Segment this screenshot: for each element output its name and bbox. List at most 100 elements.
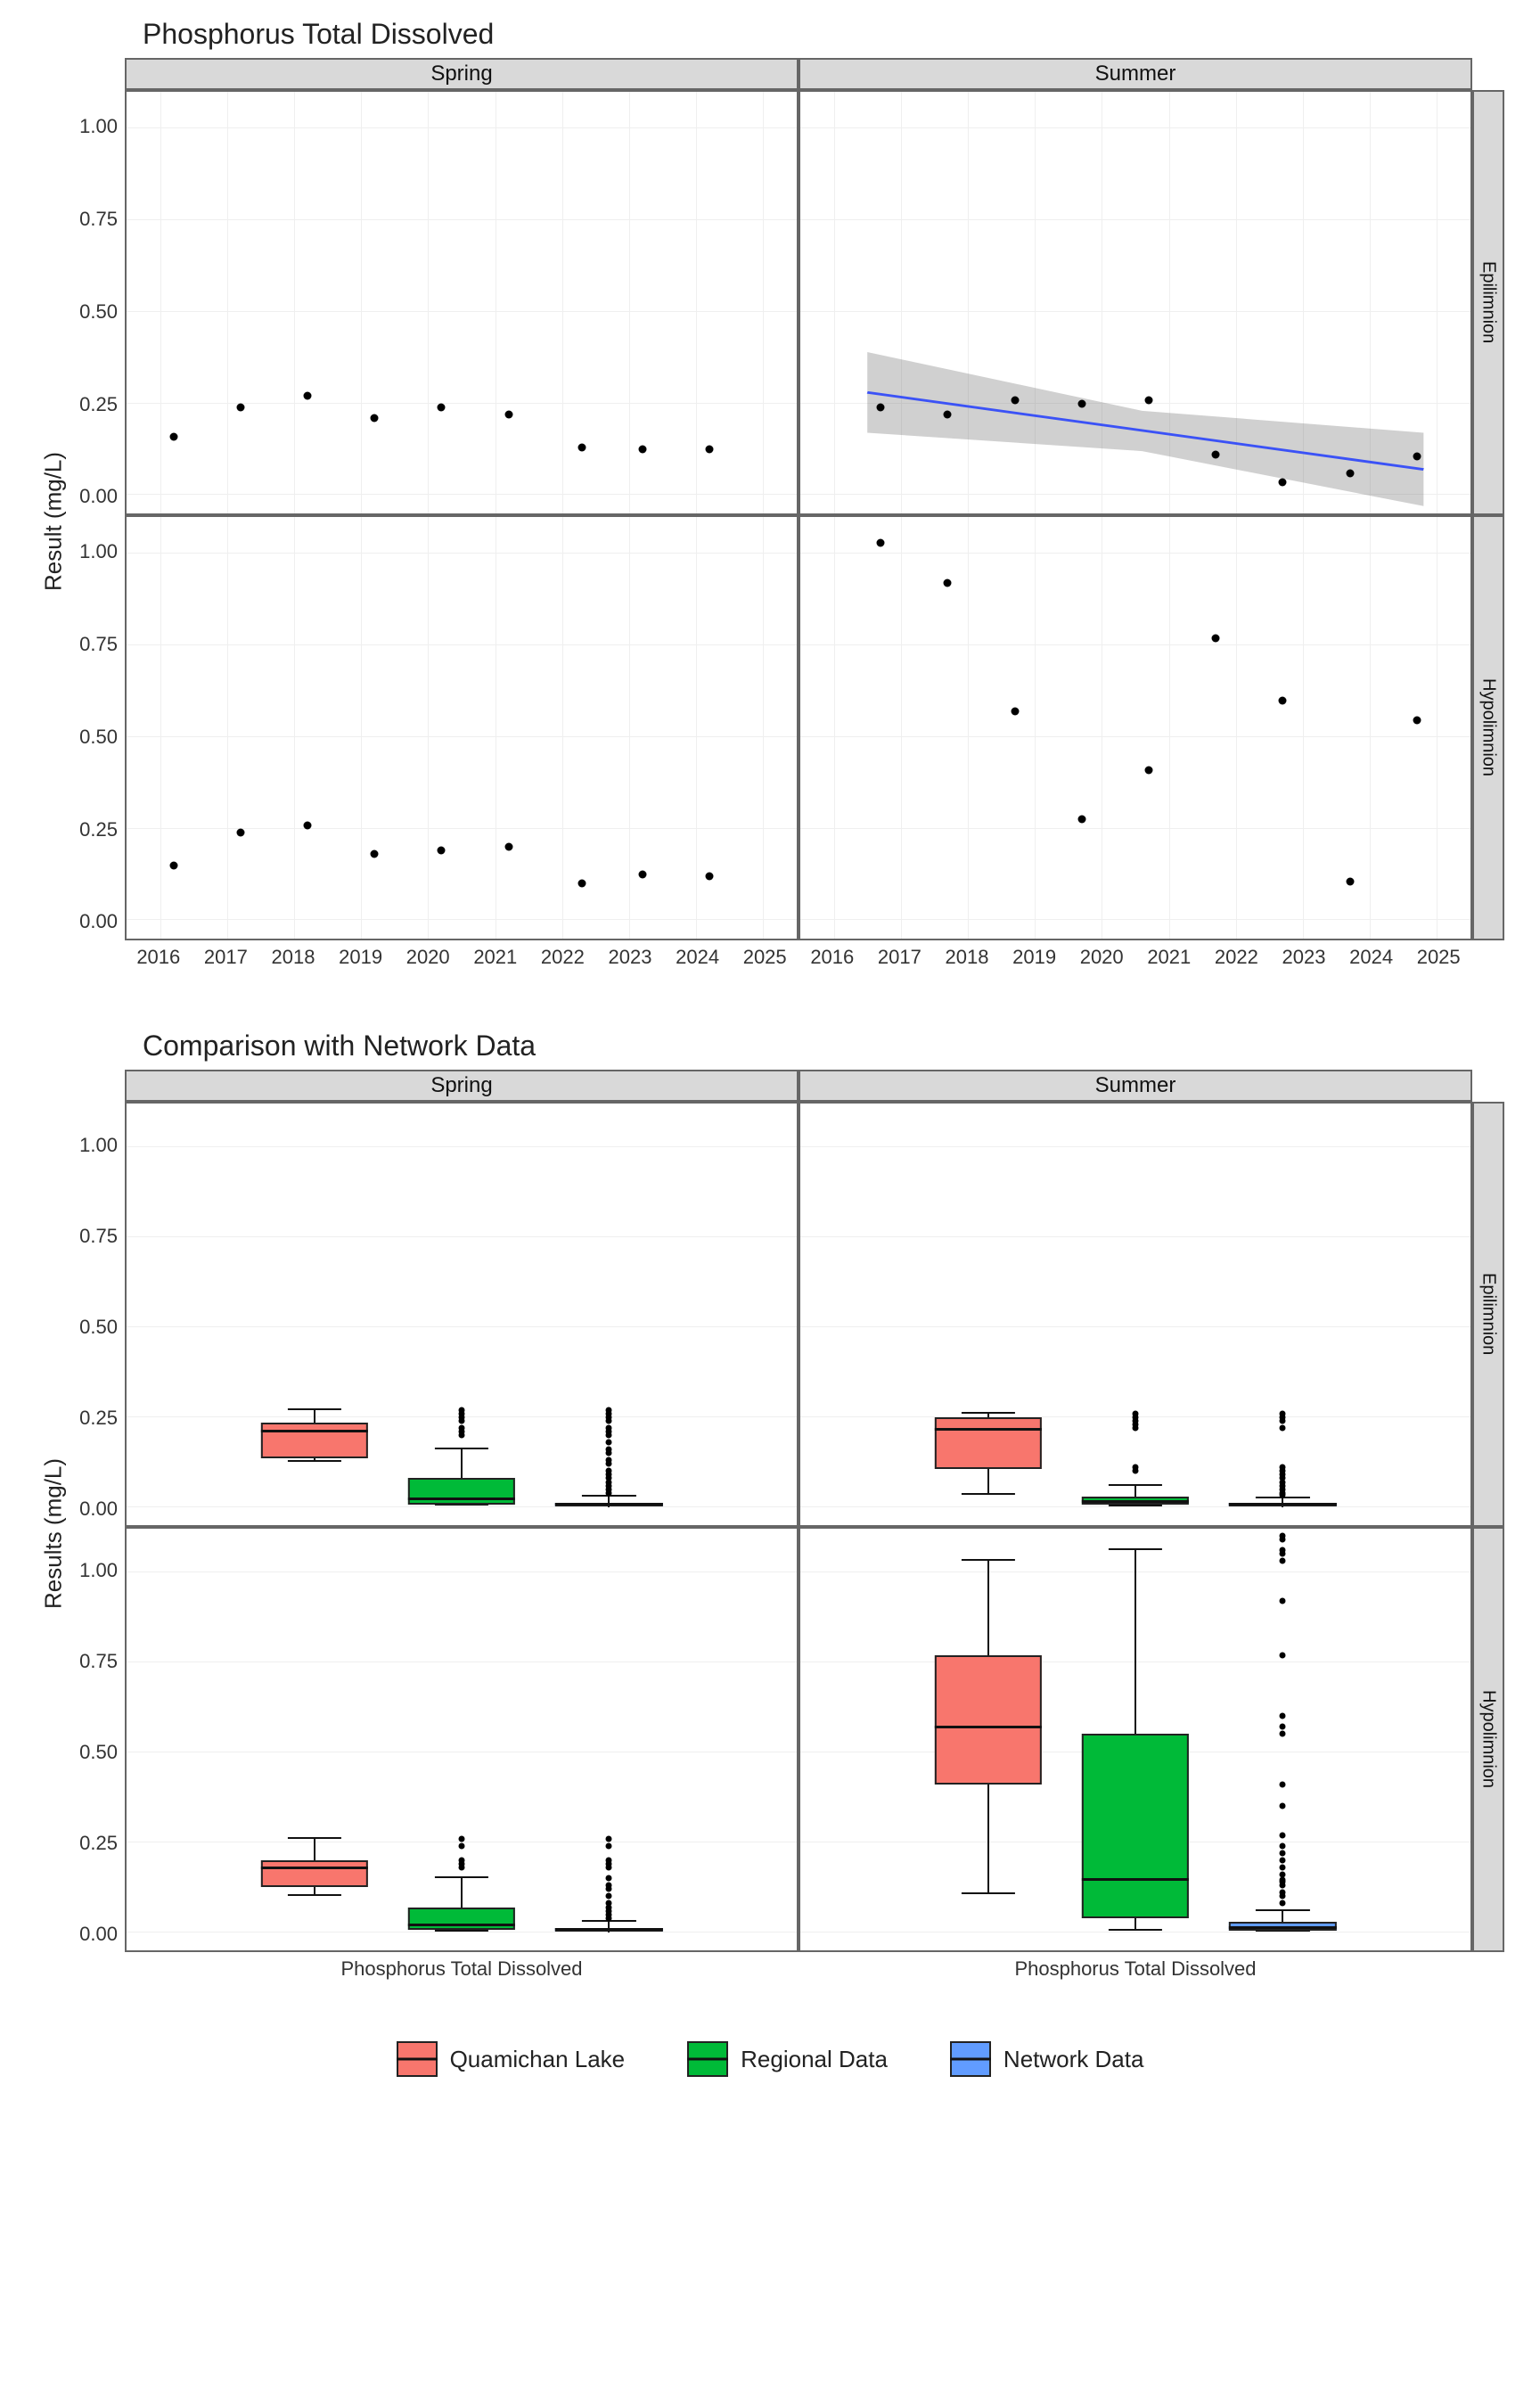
outlier-point <box>1280 1890 1286 1896</box>
data-point <box>639 871 647 879</box>
facet-col-spring: Spring <box>125 58 799 90</box>
panel-summer-epilimnion <box>799 90 1472 515</box>
outlier-point <box>1280 1533 1286 1539</box>
x-tick: 2021 <box>473 946 517 969</box>
outlier-point <box>1280 1424 1286 1431</box>
facet-col-summer: Summer <box>799 58 1472 90</box>
legend: Quamichan Lake Regional Data Network Dat… <box>36 2041 1504 2077</box>
x-tick: 2018 <box>272 946 315 969</box>
boxplot-box <box>1082 1734 1189 1917</box>
outlier-point <box>1280 1547 1286 1554</box>
outlier-point <box>1280 1597 1286 1604</box>
x-tick: 2023 <box>609 946 652 969</box>
legend-label: Regional Data <box>741 2046 888 2073</box>
facet-col-spring: Spring <box>125 1070 799 1102</box>
data-point <box>1413 453 1421 461</box>
boxplot-box <box>260 1860 367 1887</box>
outlier-point <box>459 1424 465 1431</box>
x-tick: 2017 <box>204 946 248 969</box>
panel-summer-hypolimnion <box>799 515 1472 940</box>
x-tick: 2021 <box>1147 946 1191 969</box>
outlier-point <box>1280 1465 1286 1471</box>
y-tick: 0.25 <box>79 1832 118 1855</box>
boxplot-box <box>1229 1922 1336 1931</box>
outlier-point <box>1133 1465 1139 1471</box>
data-point <box>706 873 714 881</box>
data-point <box>1011 396 1019 404</box>
facet-row-hypolimnion: Hypolimnion <box>1472 515 1504 940</box>
outlier-point <box>606 1875 612 1882</box>
panel-summer-hypolimnion <box>799 1527 1472 1952</box>
data-point <box>944 410 952 418</box>
data-point <box>1279 696 1287 704</box>
outlier-point <box>1280 1724 1286 1730</box>
y-tick: 0.25 <box>79 818 118 841</box>
panel-summer-epilimnion <box>799 1102 1472 1527</box>
outlier-point <box>606 1857 612 1863</box>
y-tick: 0.00 <box>79 485 118 508</box>
y-axis-title: Results (mg/L) <box>36 1070 71 1997</box>
outlier-point <box>459 1842 465 1849</box>
outlier-point <box>1133 1410 1139 1416</box>
facet-row-epilimnion: Epilimnion <box>1472 90 1504 515</box>
y-tick: 0.50 <box>79 726 118 749</box>
data-point <box>438 847 446 855</box>
boxplot-box <box>934 1655 1041 1785</box>
x-tick: 2020 <box>1080 946 1124 969</box>
data-point <box>1077 816 1085 824</box>
outlier-point <box>1280 1842 1286 1849</box>
outlier-point <box>459 1857 465 1863</box>
data-point <box>236 403 244 411</box>
legend-swatch-red <box>397 2041 438 2077</box>
x-tick: 2025 <box>743 946 787 969</box>
data-point <box>1145 766 1153 774</box>
x-tick: 2018 <box>946 946 989 969</box>
scatter-facet-chart: Phosphorus Total Dissolved Result (mg/L)… <box>36 18 1504 985</box>
data-point <box>304 392 312 400</box>
outlier-point <box>606 1457 612 1464</box>
data-point <box>169 432 177 440</box>
boxplot-box <box>408 1908 515 1930</box>
legend-label: Quamichan Lake <box>450 2046 626 2073</box>
data-point <box>639 446 647 454</box>
outlier-point <box>1280 1652 1286 1658</box>
outlier-point <box>459 1407 465 1413</box>
data-point <box>169 861 177 869</box>
y-tick: 1.00 <box>79 1559 118 1582</box>
y-tick: 0.50 <box>79 300 118 324</box>
x-tick: 2016 <box>136 946 180 969</box>
data-point <box>438 403 446 411</box>
outlier-point <box>606 1883 612 1889</box>
boxplot-box <box>260 1423 367 1458</box>
boxplot-box <box>555 1928 662 1932</box>
data-point <box>371 414 379 423</box>
data-point <box>504 843 512 851</box>
data-point <box>1413 717 1421 725</box>
x-tick: 2017 <box>878 946 922 969</box>
outlier-point <box>1280 1713 1286 1719</box>
y-tick: 0.50 <box>79 1316 118 1339</box>
panel-spring-hypolimnion <box>125 1527 799 1952</box>
data-point <box>1145 396 1153 404</box>
x-tick: 2025 <box>1417 946 1461 969</box>
x-tick: 2020 <box>406 946 450 969</box>
boxplot-box <box>555 1503 662 1506</box>
data-point <box>1346 878 1354 886</box>
data-point <box>1212 451 1220 459</box>
panel-spring-epilimnion <box>125 90 799 515</box>
y-tick: 1.00 <box>79 115 118 138</box>
outlier-point <box>606 1468 612 1474</box>
outlier-point <box>1280 1782 1286 1788</box>
legend-swatch-blue <box>950 2041 991 2077</box>
data-point <box>1346 469 1354 477</box>
x-tick: 2019 <box>339 946 382 969</box>
x-category-label: Phosphorus Total Dissolved <box>340 1957 582 1981</box>
outlier-point <box>606 1842 612 1849</box>
outlier-point <box>606 1893 612 1900</box>
panel-spring-hypolimnion <box>125 515 799 940</box>
data-point <box>1279 479 1287 487</box>
outlier-point <box>606 1407 612 1413</box>
x-tick: 2024 <box>676 946 719 969</box>
boxplot-box <box>1229 1503 1336 1506</box>
y-tick: 0.25 <box>79 1407 118 1430</box>
